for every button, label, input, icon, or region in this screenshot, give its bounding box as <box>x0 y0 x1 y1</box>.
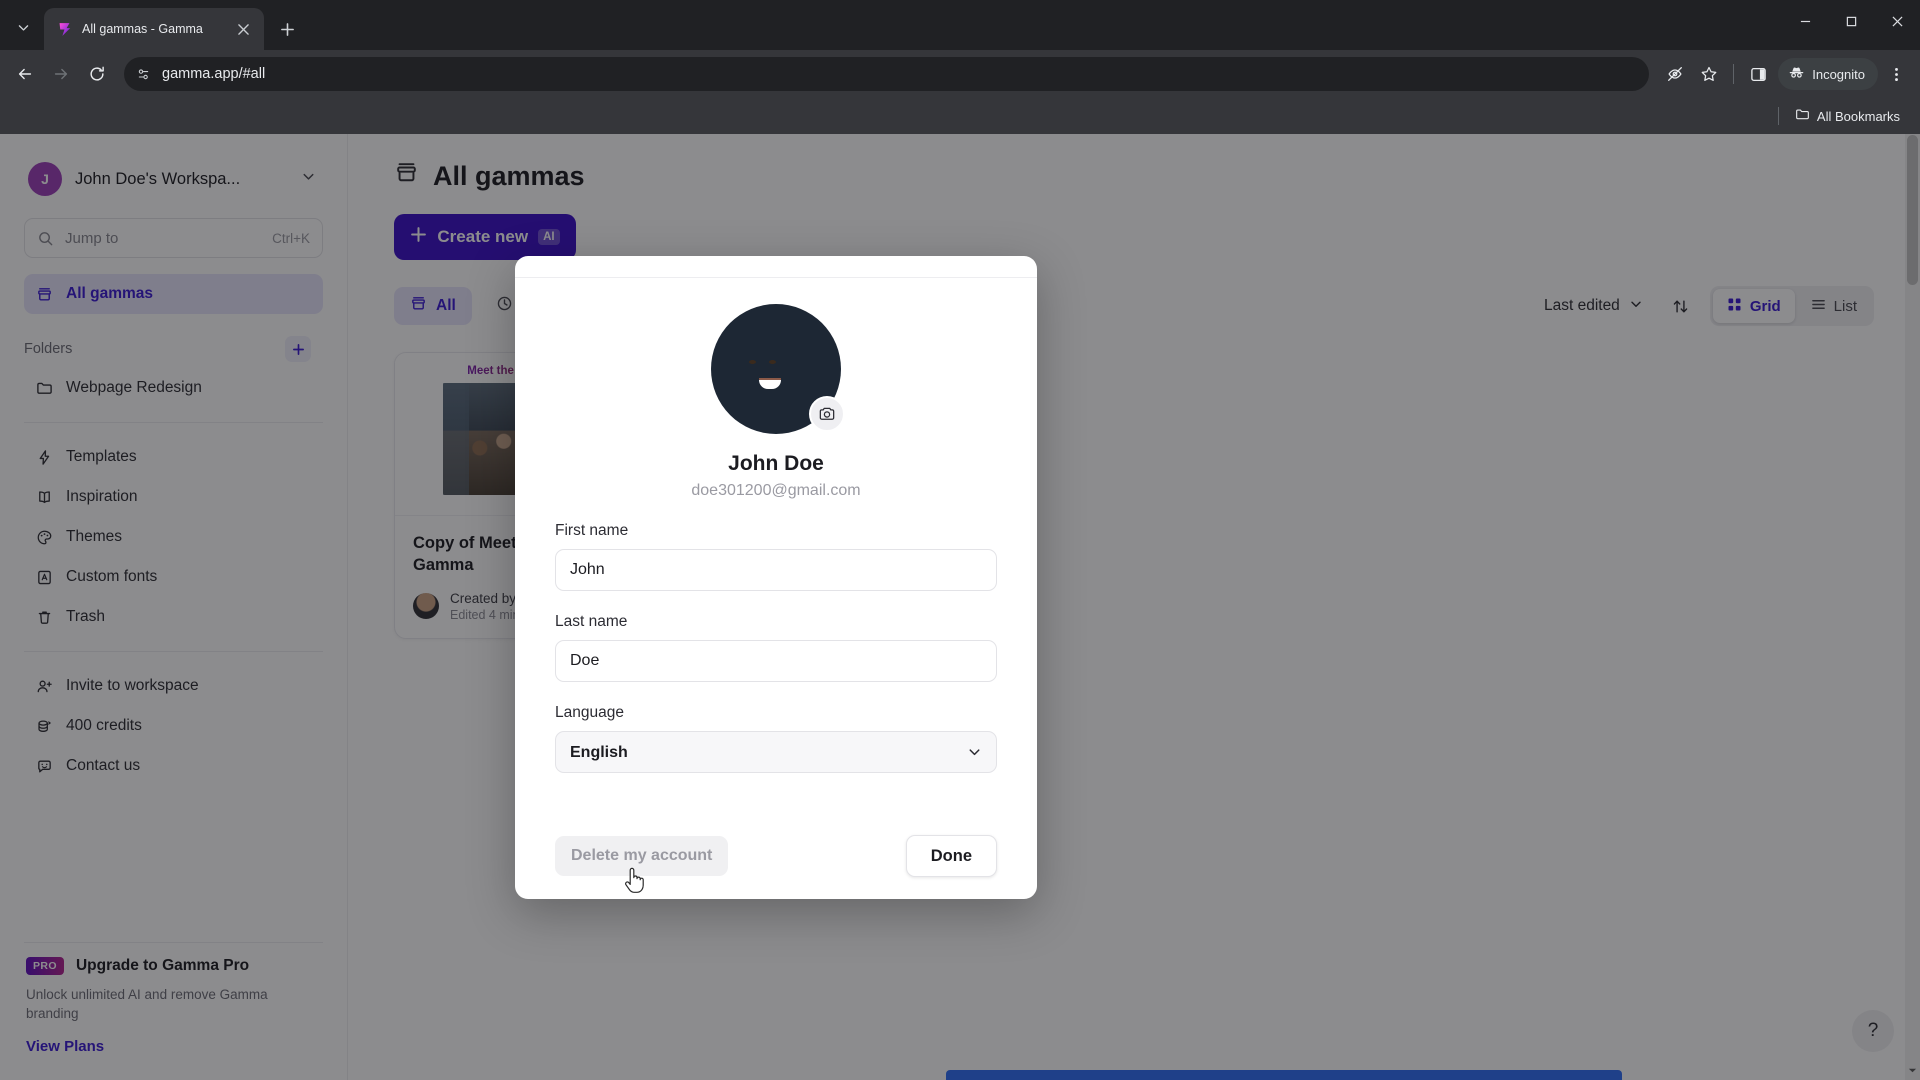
back-arrow-icon[interactable] <box>8 57 42 91</box>
maximize-button[interactable] <box>1828 0 1874 42</box>
last-name-label: Last name <box>555 613 628 630</box>
tab-search-icon[interactable] <box>6 10 40 44</box>
folder-icon <box>1795 107 1810 125</box>
side-panel-icon[interactable] <box>1742 58 1774 90</box>
first-name-input[interactable] <box>555 549 997 591</box>
three-dot-menu-icon[interactable] <box>1880 58 1912 90</box>
gamma-logo-icon <box>56 21 73 38</box>
camera-icon[interactable] <box>809 396 845 432</box>
first-name-field-group: First name <box>555 522 997 591</box>
browser-tab[interactable]: All gammas - Gamma <box>44 8 264 50</box>
browser-toolbar: gamma.app/#all Incognito <box>0 50 1920 98</box>
address-bar[interactable]: gamma.app/#all <box>124 57 1650 91</box>
tab-title: All gammas - Gamma <box>82 22 203 36</box>
language-label: Language <box>555 704 624 721</box>
tab-strip: All gammas - Gamma <box>0 0 1920 50</box>
profile-name: John Doe <box>728 452 824 475</box>
new-tab-button[interactable] <box>270 12 304 46</box>
language-field-group: Language English <box>555 704 997 773</box>
modal-topbar <box>515 256 1037 278</box>
browser-window: All gammas - Gamma gamma.app/#all Incogn… <box>0 0 1920 1080</box>
page-viewport: J John Doe's Workspa... Jump to Ctrl+K A… <box>0 134 1920 1080</box>
bookmarks-bar: All Bookmarks <box>0 98 1920 134</box>
language-select[interactable]: English <box>555 731 997 773</box>
incognito-hat-icon <box>1788 64 1805 84</box>
account-settings-modal: John Doe doe301200@gmail.com First name … <box>515 256 1037 899</box>
star-icon[interactable] <box>1693 58 1725 90</box>
window-controls <box>1782 0 1920 42</box>
reload-icon[interactable] <box>80 57 114 91</box>
first-name-label: First name <box>555 522 629 539</box>
profile-label: Incognito <box>1812 66 1865 82</box>
profile-email: doe301200@gmail.com <box>691 482 861 499</box>
last-name-field-group: Last name <box>555 613 997 682</box>
all-bookmarks-button[interactable]: All Bookmarks <box>1787 103 1908 129</box>
window-close-button[interactable] <box>1874 0 1920 42</box>
bookmark-divider <box>1777 107 1779 125</box>
page-settings-icon[interactable] <box>130 61 156 87</box>
last-name-input[interactable] <box>555 640 997 682</box>
close-icon[interactable] <box>232 18 254 40</box>
profile-incognito-button[interactable]: Incognito <box>1778 58 1878 90</box>
all-bookmarks-label: All Bookmarks <box>1816 108 1900 124</box>
modal-body: John Doe doe301200@gmail.com First name … <box>515 278 1037 813</box>
modal-footer: Delete my account Done <box>515 813 1037 899</box>
profile-avatar-wrap <box>711 304 845 434</box>
minimize-button[interactable] <box>1782 0 1828 42</box>
delete-my-account-button[interactable]: Delete my account <box>555 836 729 876</box>
toolbar-divider <box>1733 64 1735 84</box>
done-button[interactable]: Done <box>905 835 997 877</box>
url-text: gamma.app/#all <box>162 66 266 82</box>
language-select-wrap: English <box>555 731 997 773</box>
forward-arrow-icon <box>44 57 78 91</box>
eye-off-icon[interactable] <box>1659 58 1691 90</box>
